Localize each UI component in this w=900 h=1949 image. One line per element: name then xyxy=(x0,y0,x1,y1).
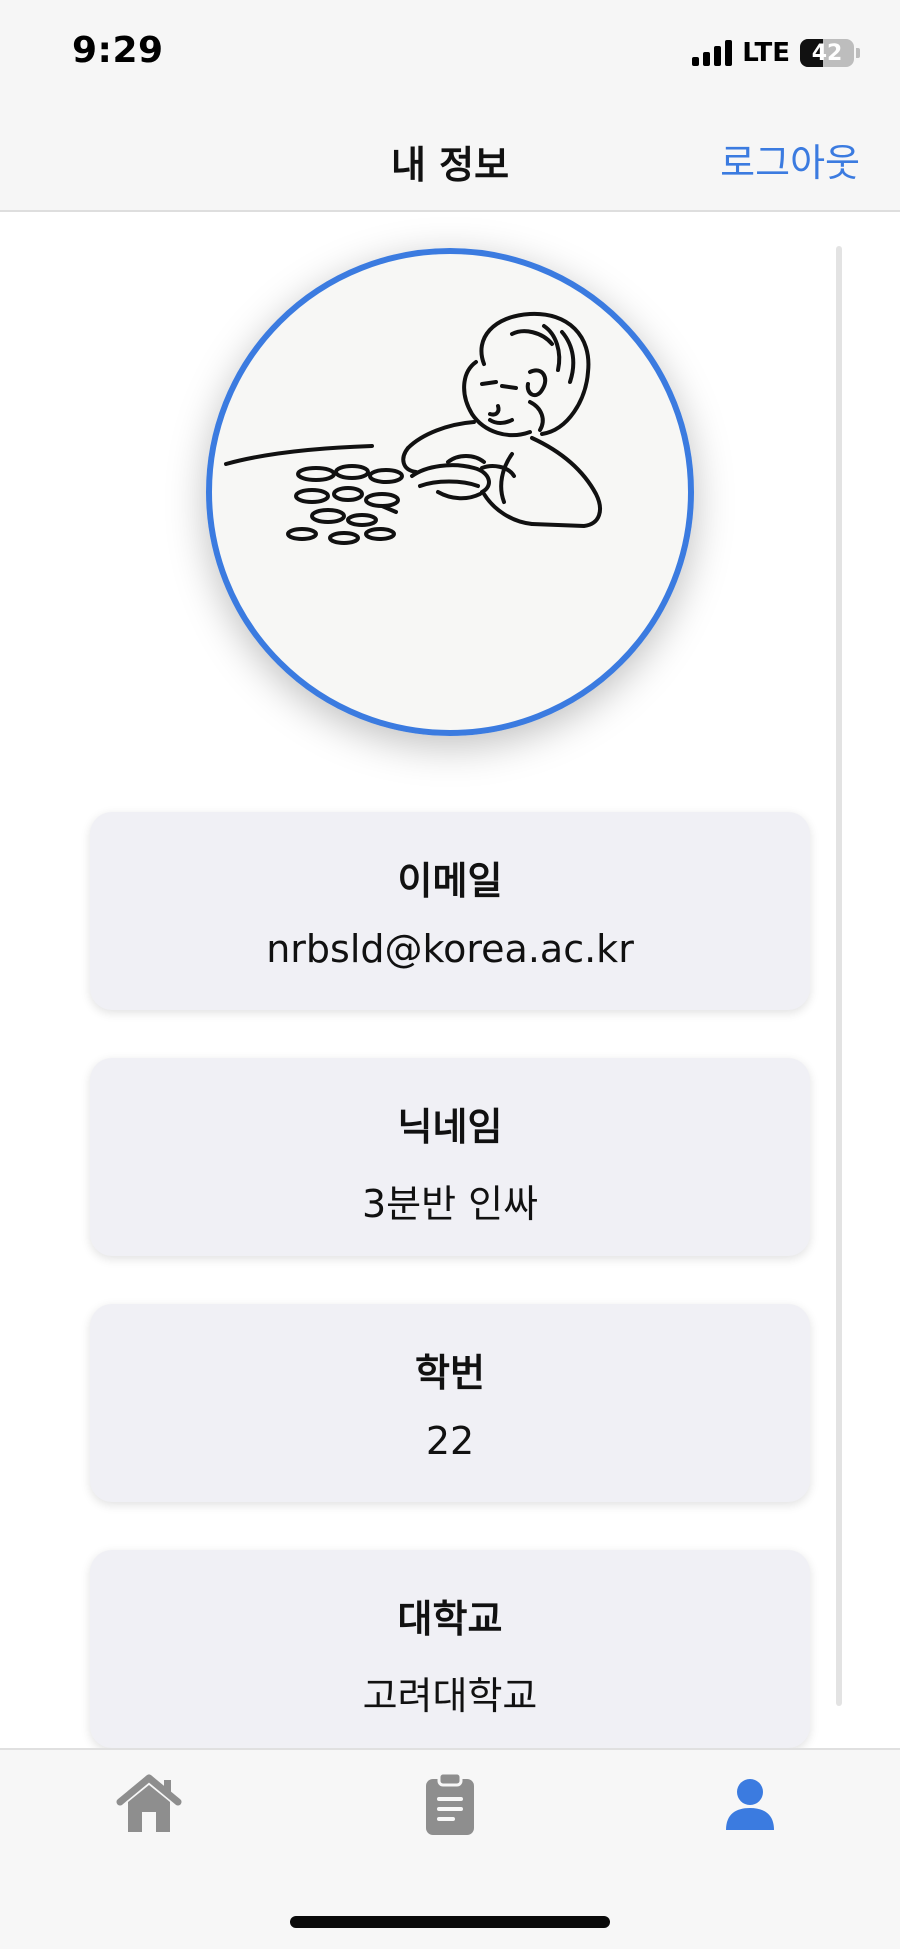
email-card: 이메일 nrbsld@korea.ac.kr xyxy=(90,812,810,1010)
student-id-label: 학번 xyxy=(415,1351,485,1395)
tab-home[interactable] xyxy=(104,1764,194,1844)
nickname-value: 3분반 인싸 xyxy=(361,1182,539,1226)
home-indicator[interactable] xyxy=(290,1916,610,1928)
sketch-person-counting-coins-icon xyxy=(224,311,602,545)
tab-profile[interactable] xyxy=(705,1764,795,1844)
university-value: 고려대학교 xyxy=(362,1674,538,1718)
clipboard-icon xyxy=(426,1771,474,1835)
student-id-card: 학번 22 xyxy=(90,1304,810,1502)
student-id-value: 22 xyxy=(425,1419,475,1463)
university-label: 대학교 xyxy=(397,1597,503,1641)
home-icon xyxy=(116,1774,182,1832)
status-bar: 9:29 LTE 42 xyxy=(0,0,900,108)
profile-content[interactable]: 이메일 nrbsld@korea.ac.kr 닉네임 3분반 인싸 학번 22 … xyxy=(0,212,900,1748)
signal-icon xyxy=(692,40,733,66)
person-icon xyxy=(726,1779,774,1830)
email-label: 이메일 xyxy=(397,859,503,903)
battery-icon: 42 xyxy=(800,39,854,67)
profile-screen: 9:29 LTE 42 내 정보 로그아웃 이메일 nrbsld@korea.a… xyxy=(0,0,900,1949)
network-type: LTE xyxy=(742,38,790,68)
battery-level: 42 xyxy=(811,40,843,66)
university-card: 대학교 고려대학교 xyxy=(90,1550,810,1748)
status-indicators: LTE 42 xyxy=(692,38,860,68)
status-time: 9:29 xyxy=(72,30,164,71)
tab-board[interactable] xyxy=(405,1764,495,1844)
navigation-bar: 내 정보 로그아웃 xyxy=(0,108,900,212)
avatar[interactable] xyxy=(206,248,694,736)
nickname-card: 닉네임 3분반 인싸 xyxy=(90,1058,810,1256)
scrollbar[interactable] xyxy=(836,246,842,1706)
email-value: nrbsld@korea.ac.kr xyxy=(266,927,634,971)
nickname-label: 닉네임 xyxy=(397,1105,503,1149)
logout-button[interactable]: 로그아웃 xyxy=(720,132,860,187)
